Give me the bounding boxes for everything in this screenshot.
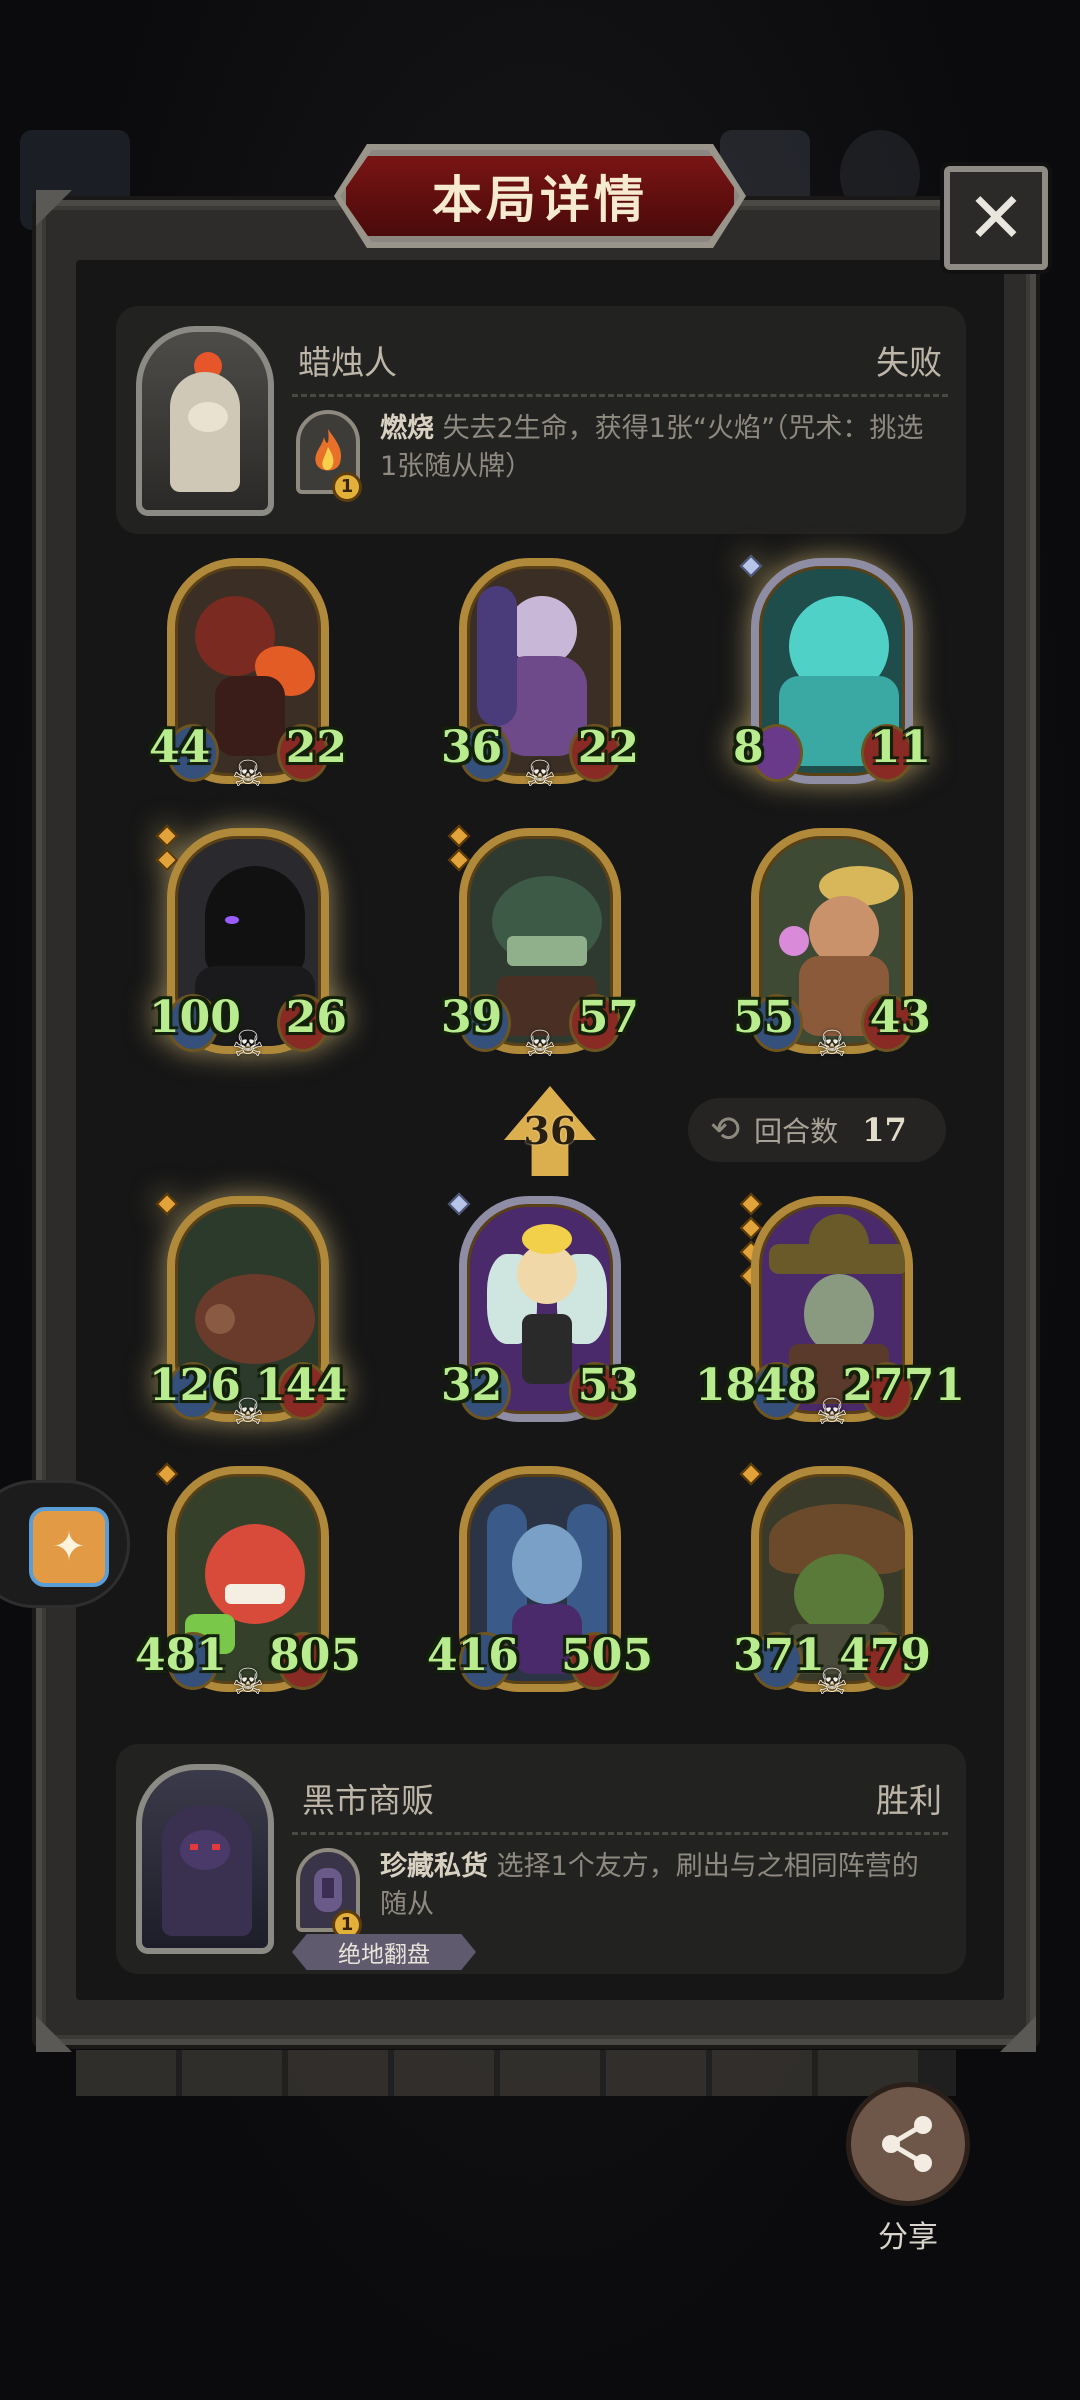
- player-avatar: [136, 1764, 274, 1954]
- skull-icon: ☠: [815, 1024, 849, 1065]
- minion-health: 805: [269, 1630, 361, 1681]
- minion-health: 11: [869, 722, 931, 773]
- share-icon: [882, 2116, 932, 2172]
- minion-health: 43: [869, 992, 931, 1043]
- player-minion-card[interactable]: 416 505: [427, 1466, 653, 1702]
- minion-attack: 39: [441, 992, 503, 1043]
- opponent-minion-card[interactable]: 44 22 ☠: [149, 558, 347, 795]
- title-banner: 本局详情: [340, 150, 740, 242]
- round-label: 回合数: [754, 1115, 839, 1148]
- tavern-tier-marker: 36: [500, 1086, 600, 1176]
- minion-attack: 1848: [695, 1360, 818, 1411]
- opponent-info-card: 蜡烛人 失败 1 燃烧 失去2生命，获得1张“火焰”（咒术：挑选1张随从牌）: [116, 306, 966, 534]
- player-info-card: 黑市商贩 胜利 1 珍藏私货 选择1个友方，刷出与之相同阵营的随从 绝地翻盘: [116, 1744, 966, 1974]
- opponent-hero-name: 蜡烛人: [298, 343, 397, 382]
- hero-power-description: 燃烧 失去2生命，获得1张“火焰”（咒术：挑选1张随从牌）: [380, 410, 940, 486]
- player-minion-card[interactable]: 1848 2771 ☠: [695, 1192, 965, 1433]
- minion-health: 26: [285, 992, 347, 1043]
- accessibility-icon[interactable]: ✦: [29, 1507, 109, 1587]
- achievement-tag: 绝地翻盘: [292, 1934, 476, 1970]
- minion-health: 505: [561, 1630, 653, 1681]
- minion-health: 53: [577, 1360, 639, 1411]
- opponent-minion-card[interactable]: 36 22 ☠: [441, 558, 639, 795]
- minion-health: 22: [285, 722, 347, 773]
- flame-icon: [315, 429, 342, 471]
- minion-health: 57: [577, 992, 639, 1043]
- hero-power-cost: 1: [332, 472, 362, 502]
- background-card-strip: [76, 2050, 956, 2096]
- skull-icon: ☠: [523, 754, 557, 795]
- player-minion-card[interactable]: 32 53: [441, 1192, 639, 1432]
- opponent-minion-card[interactable]: 55 43 ☠: [733, 828, 931, 1065]
- refresh-icon: ⟲: [710, 1109, 741, 1150]
- divider: [292, 1832, 948, 1835]
- round-value: 17: [862, 1111, 907, 1149]
- skull-icon: ☠: [231, 754, 265, 795]
- hero-power-name: 珍藏私货: [380, 1851, 488, 1882]
- skull-icon: ☠: [231, 1392, 265, 1433]
- close-button[interactable]: ✕: [944, 166, 1048, 270]
- player-hero-name: 黑市商贩: [302, 1781, 434, 1820]
- skull-icon: ☠: [231, 1662, 265, 1703]
- round-counter: ⟲ 回合数 17: [688, 1098, 946, 1162]
- divider: [292, 394, 948, 397]
- skull-icon: ☠: [815, 1662, 849, 1703]
- player-minion-card[interactable]: 481 805 ☠: [135, 1462, 361, 1703]
- minion-health: 22: [577, 722, 639, 773]
- floating-assistant[interactable]: ✦: [0, 1480, 130, 1608]
- minion-attack: 416: [427, 1630, 519, 1681]
- skull-icon: ☠: [231, 1024, 265, 1065]
- opponent-result: 失败: [876, 343, 942, 382]
- share-label: 分享: [878, 2220, 938, 2255]
- hero-power-desc: 失去2生命，获得1张“火焰”（咒术：挑选1张随从牌）: [380, 413, 924, 482]
- player-minion-card[interactable]: 371 479 ☠: [733, 1462, 931, 1703]
- opponent-avatar: [136, 326, 274, 516]
- share-button[interactable]: [846, 2082, 970, 2206]
- tavern-tier-value: 36: [523, 1108, 577, 1153]
- skull-icon: ☠: [523, 1024, 557, 1065]
- page-title: 本局详情: [432, 170, 648, 229]
- minion-attack: 481: [135, 1630, 227, 1681]
- player-result: 胜利: [876, 1781, 942, 1820]
- hero-power-description: 珍藏私货 选择1个友方，刷出与之相同阵营的随从: [380, 1848, 940, 1924]
- opponent-minion-card[interactable]: 100 26 ☠: [149, 824, 347, 1065]
- minion-attack: 8: [733, 722, 764, 773]
- hero-power-name: 燃烧: [380, 413, 434, 444]
- opponent-minion-card[interactable]: 8 11: [733, 554, 931, 794]
- door-icon: [314, 1868, 342, 1912]
- close-icon: ✕: [966, 177, 1026, 259]
- opponent-minion-card[interactable]: 39 57 ☠: [441, 824, 639, 1065]
- minion-attack: 32: [441, 1360, 503, 1411]
- minion-attack: 55: [733, 992, 795, 1043]
- minion-attack: 44: [149, 722, 211, 773]
- minion-health: 2771: [842, 1360, 965, 1411]
- minion-attack: 36: [441, 722, 503, 773]
- skull-icon: ☠: [815, 1392, 849, 1433]
- player-minion-card[interactable]: 126 144 ☠: [149, 1192, 347, 1433]
